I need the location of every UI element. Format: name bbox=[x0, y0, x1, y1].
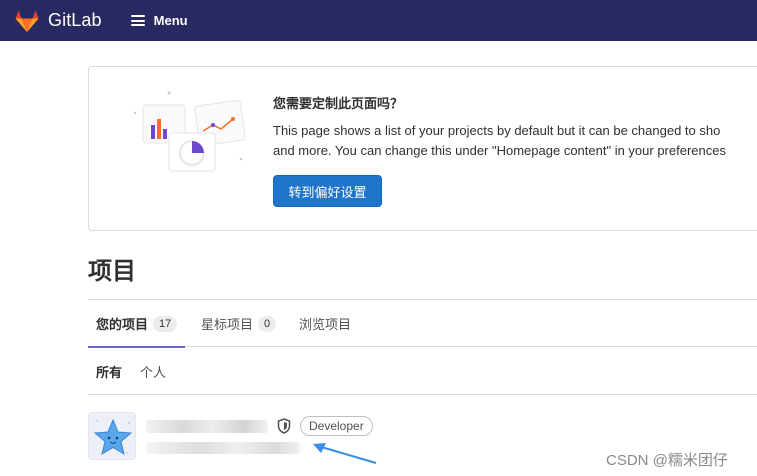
tab-explore-projects-label: 浏览项目 bbox=[299, 317, 352, 332]
promo-title: 您需要定制此页面吗？ bbox=[273, 96, 404, 111]
filter-all[interactable]: 所有 bbox=[96, 348, 122, 394]
brand-name: GitLab bbox=[48, 10, 102, 30]
shield-icon bbox=[277, 418, 291, 434]
tab-your-projects[interactable]: 您的项目 17 bbox=[88, 300, 186, 348]
role-badge: Developer bbox=[300, 416, 373, 436]
annotation-arrow-icon bbox=[313, 443, 377, 464]
project-namespace-redacted bbox=[146, 442, 300, 454]
page-title: 项目 bbox=[88, 258, 136, 285]
project-tabs: 您的项目 17 星标项目 0 浏览项目 bbox=[88, 299, 757, 348]
menu-label: Menu bbox=[153, 13, 188, 28]
top-navbar: GitLab Menu bbox=[0, 0, 757, 41]
customize-homepage-banner: 您需要定制此页面吗？ This page shows a list of you… bbox=[88, 66, 757, 231]
project-avatar[interactable] bbox=[88, 412, 136, 460]
filter-personal[interactable]: 个人 bbox=[140, 348, 166, 394]
menu-button[interactable]: Menu bbox=[130, 13, 188, 28]
tab-starred-projects-label: 星标项目 bbox=[201, 317, 254, 332]
promo-text-line-1: This page shows a list of your projects … bbox=[273, 123, 721, 138]
tab-starred-projects[interactable]: 星标项目 0 bbox=[201, 300, 277, 347]
project-name-redacted[interactable] bbox=[146, 420, 268, 433]
tab-your-projects-label: 您的项目 bbox=[96, 317, 149, 332]
tab-explore-projects[interactable]: 浏览项目 bbox=[299, 300, 351, 347]
promo-description: This page shows a list of your projects … bbox=[273, 121, 757, 161]
promo-text-line-2: and more. You can change this under "Hom… bbox=[273, 143, 726, 158]
project-filter-tabs: 所有 个人 bbox=[88, 348, 757, 395]
gitlab-home-link[interactable]: GitLab bbox=[14, 9, 102, 33]
hamburger-icon bbox=[130, 15, 145, 26]
star-icon bbox=[93, 418, 133, 456]
your-projects-count-badge: 17 bbox=[153, 315, 178, 332]
starred-projects-count-badge: 0 bbox=[258, 315, 277, 332]
gitlab-logo-icon bbox=[15, 10, 39, 32]
watermark: CSDN @糯米团仔 bbox=[606, 452, 728, 469]
go-to-preferences-button[interactable]: 转到偏好设置 bbox=[273, 175, 382, 207]
dashboard-illustration-icon bbox=[133, 91, 246, 172]
